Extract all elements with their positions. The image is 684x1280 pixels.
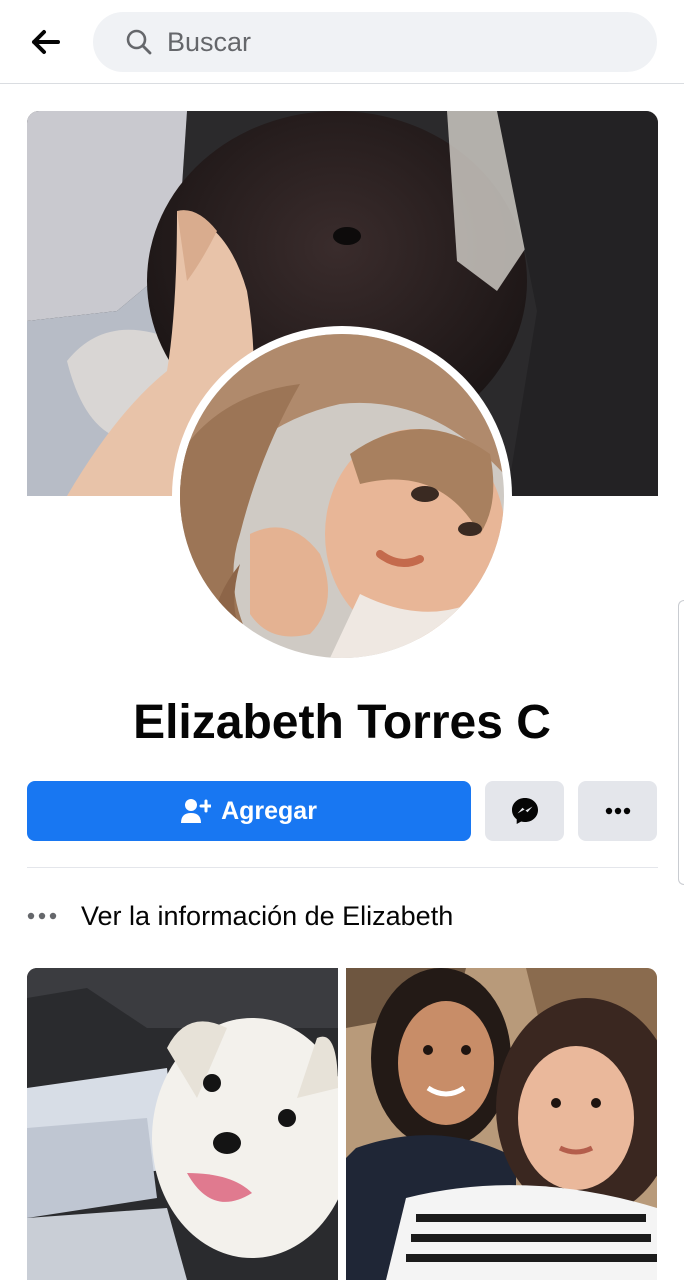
more-horizontal-icon — [605, 807, 630, 815]
profile-name: Elizabeth Torres C — [133, 696, 551, 749]
back-button[interactable] — [22, 22, 70, 62]
top-bar — [0, 0, 684, 84]
messenger-icon — [511, 798, 538, 824]
photo-thumbnail[interactable] — [346, 968, 657, 1280]
see-info-label: Ver la información de Elizabeth — [81, 900, 454, 931]
more-dots-icon — [27, 912, 61, 920]
add-friend-button[interactable]: Agregar — [27, 781, 471, 841]
divider — [27, 867, 658, 868]
message-button[interactable] — [485, 781, 564, 841]
search-input[interactable] — [167, 26, 607, 58]
add-friend-label: Agregar — [221, 796, 317, 825]
profile-avatar[interactable] — [180, 334, 504, 658]
arrow-left-icon — [32, 30, 60, 54]
scroll-indicator — [678, 600, 684, 885]
more-options-button[interactable] — [578, 781, 657, 841]
person-add-icon — [181, 799, 212, 823]
see-info-link[interactable]: Ver la información de Elizabeth — [27, 893, 658, 939]
search-icon — [126, 29, 152, 55]
photo-thumbnail[interactable] — [27, 968, 338, 1280]
search-bar[interactable] — [93, 12, 657, 72]
